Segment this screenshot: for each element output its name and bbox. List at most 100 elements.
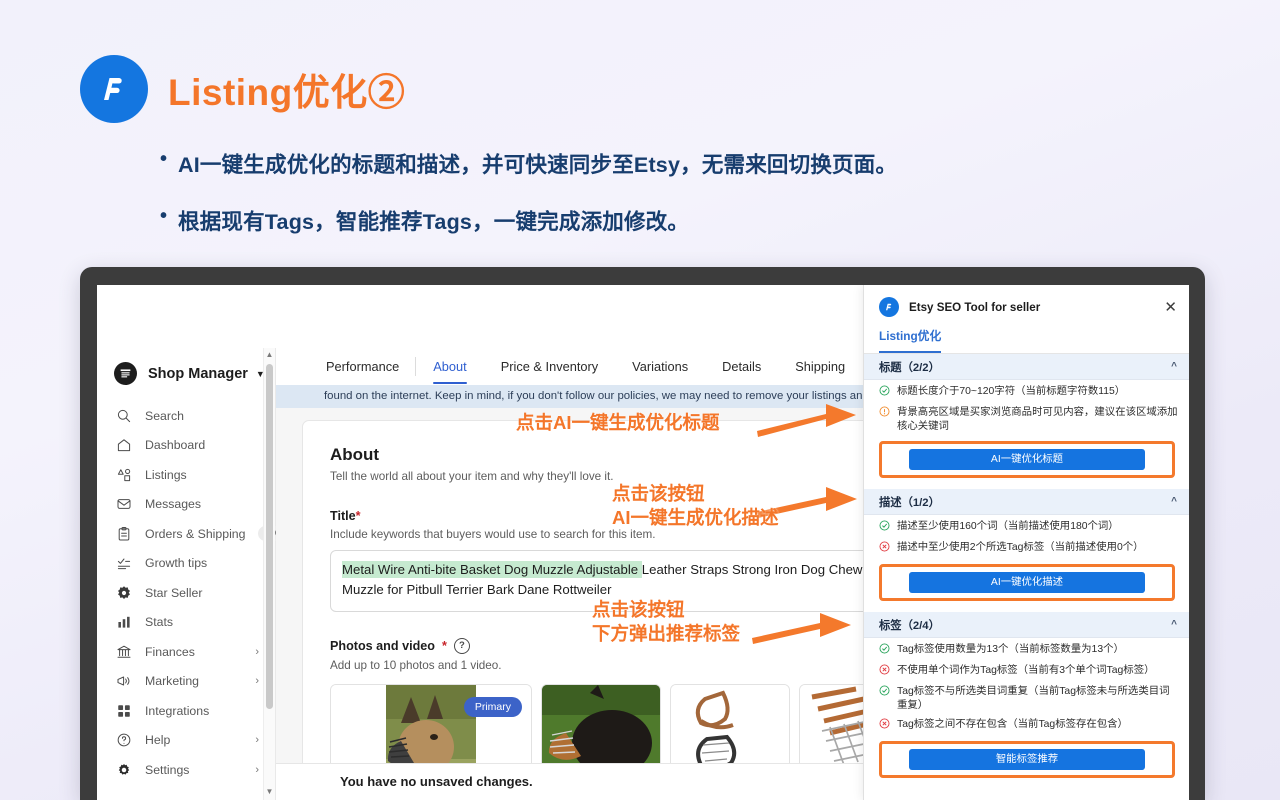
check-circle-icon	[879, 685, 890, 701]
seo-rule: Tag标签使用数量为13个（当前标签数量为13个）	[864, 638, 1189, 659]
chevron-right-icon: ›	[255, 645, 259, 658]
sidebar-item-label: Listings	[145, 467, 187, 482]
shop-manager-switcher[interactable]: Shop Manager ▼	[97, 348, 275, 401]
tab-label: Details	[722, 359, 762, 374]
highlight-box-1: AI一键优化描述	[879, 564, 1175, 602]
tab-listing-optimization[interactable]: Listing优化	[879, 327, 942, 353]
section-title: 标题（2/2）	[879, 361, 940, 374]
scroll-up-icon[interactable]: ▲	[264, 350, 275, 359]
sidebar-item-stats[interactable]: Stats	[97, 608, 275, 638]
sidebar-item-help[interactable]: Help ›	[97, 726, 275, 756]
seo-rule-text: Tag标签使用数量为13个（当前标签数量为13个）	[897, 644, 1124, 656]
seo-rule-text: 描述至少使用160个词（当前描述使用180个词）	[897, 521, 1119, 533]
seo-rule-text: Tag标签不与所选类目词重复（当前Tag标签未与所选类目词重复）	[897, 686, 1170, 712]
sidebar-item-messages[interactable]: Messages	[97, 490, 275, 520]
section-title: 描述（1/2）	[879, 496, 940, 509]
home-icon	[116, 437, 132, 453]
esale-e-logo-icon	[80, 55, 148, 123]
sidebar-item-star-seller[interactable]: Star Seller	[97, 578, 275, 608]
sidebar-item-settings[interactable]: Settings ›	[97, 755, 275, 785]
sidebar-item-finances[interactable]: Finances ›	[97, 637, 275, 667]
error-circle-icon	[879, 718, 890, 734]
bullet-text: AI一键生成优化的标题和描述，并可快速同步至Etsy，无需来回切换页面。	[178, 153, 898, 177]
etsy-shop-icon	[114, 362, 137, 385]
sidebar-item-orders-shipping[interactable]: Orders & Shipping10	[97, 519, 284, 549]
sidebar-item-search[interactable]: Search	[97, 401, 275, 431]
required-mark: *	[441, 638, 447, 653]
cta-button-2[interactable]: 智能标签推荐	[909, 749, 1145, 771]
seo-rule: 描述至少使用160个词（当前描述使用180个词）	[864, 515, 1189, 536]
bullet-list: • AI一键生成优化的标题和描述，并可快速同步至Etsy，无需来回切换页面。 •…	[160, 148, 1160, 262]
scrollbar-thumb[interactable]	[266, 364, 273, 709]
cta-wrapper-0: AI一键优化标题	[864, 434, 1189, 489]
megaphone-icon	[116, 673, 132, 689]
extension-tabbar: Listing优化	[864, 327, 1189, 354]
scroll-down-icon[interactable]: ▼	[264, 787, 275, 796]
seo-rule-text: 背景高亮区域是买家浏览商品时可见内容，建议在该区域添加核心关键词	[897, 407, 1178, 433]
tab-label: Performance	[326, 359, 400, 374]
tab-shipping[interactable]: Shipping	[778, 348, 862, 385]
seo-rule: 背景高亮区域是买家浏览商品时可见内容，建议在该区域添加核心关键词	[864, 401, 1189, 434]
required-mark: *	[355, 509, 361, 523]
seo-rule: Tag标签不与所选类目词重复（当前Tag标签未与所选类目词重复）	[864, 680, 1189, 713]
sidebar-item-label: Integrations	[145, 703, 210, 718]
question-mark-icon[interactable]: ?	[453, 637, 470, 654]
extension-header: Etsy SEO Tool for seller ✕	[864, 285, 1189, 327]
browser-viewport: Shop Manager ▼ Search Dashboard Listings Me…	[97, 285, 1189, 800]
check-circle-icon	[879, 385, 890, 401]
highlight-box-2: 智能标签推荐	[879, 741, 1175, 779]
check-circle-icon	[879, 520, 890, 536]
sidebar-item-listings[interactable]: Listings	[97, 460, 275, 490]
seo-rule: Tag标签之间不存在包含（当前Tag标签存在包含）	[864, 713, 1189, 734]
list-item: • 根据现有Tags，智能推荐Tags，一键完成添加修改。	[160, 205, 1160, 236]
tab-variations[interactable]: Variations	[615, 348, 705, 385]
cta-wrapper-1: AI一键优化描述	[864, 557, 1189, 612]
section-header-1[interactable]: 描述（1/2） ^	[864, 489, 1189, 516]
seo-rule: 标题长度介于70~120字符（当前标题字符数115）	[864, 380, 1189, 401]
sidebar-item-label: Stats	[145, 615, 174, 630]
sidebar-item-label: Finances	[145, 644, 195, 659]
tab-performance[interactable]: Performance	[309, 348, 417, 385]
sidebar-item-marketing[interactable]: Marketing ›	[97, 667, 275, 697]
highlight-box-0: AI一键优化标题	[879, 441, 1175, 479]
tab-about[interactable]: About	[416, 348, 483, 385]
tab-price-inventory[interactable]: Price & Inventory	[484, 348, 615, 385]
bank-icon	[116, 644, 132, 660]
sidebar-item-label: Orders & Shipping	[145, 526, 246, 541]
section-header-0[interactable]: 标题（2/2） ^	[864, 354, 1189, 380]
seo-rule-text: 描述中至少使用2个所选Tag标签（当前描述使用0个）	[897, 542, 1144, 554]
bullet-text: 根据现有Tags，智能推荐Tags，一键完成添加修改。	[178, 210, 690, 234]
cta-wrapper-2: 智能标签推荐	[864, 734, 1189, 789]
sidebar-item-label: Messages	[145, 497, 202, 512]
tab-label: About	[433, 359, 467, 374]
chevron-up-icon[interactable]: ^	[1171, 361, 1177, 372]
growth-tips-icon	[116, 555, 132, 571]
check-circle-icon	[879, 643, 890, 659]
page-title: Listing优化②	[168, 72, 406, 113]
sidebar-item-label: Dashboard	[145, 438, 206, 453]
extension-title: Etsy SEO Tool for seller	[909, 300, 1041, 314]
shop-manager-label: Shop Manager	[148, 365, 248, 382]
sidebar-item-integrations[interactable]: Integrations	[97, 696, 275, 726]
bullet-marker: •	[160, 205, 168, 227]
section-header-2[interactable]: 标签（2/4） ^	[864, 612, 1189, 639]
tab-label: Shipping	[795, 359, 846, 374]
chevron-up-icon[interactable]: ^	[1171, 496, 1177, 507]
active-tab-underline	[433, 382, 467, 384]
cta-button-0[interactable]: AI一键优化标题	[909, 449, 1145, 471]
tab-details[interactable]: Details	[705, 348, 778, 385]
sidebar-item-label: Search	[145, 408, 184, 423]
sidebar-scrollbar[interactable]: ▲ ▼	[263, 348, 275, 800]
browser-window: Shop Manager ▼ Search Dashboard Listings Me…	[80, 267, 1205, 800]
chevron-right-icon: ›	[255, 734, 259, 747]
sidebar-item-growth-tips[interactable]: Growth tips	[97, 549, 275, 579]
bar-chart-icon	[116, 614, 132, 630]
error-circle-icon	[879, 664, 890, 680]
close-icon[interactable]: ✕	[1164, 300, 1177, 315]
cta-button-1[interactable]: AI一键优化描述	[909, 572, 1145, 594]
chevron-up-icon[interactable]: ^	[1171, 619, 1177, 630]
sidebar-item-dashboard[interactable]: Dashboard	[97, 431, 275, 461]
chevron-right-icon: ›	[255, 675, 259, 688]
error-circle-icon	[879, 541, 890, 557]
star-seller-icon	[116, 585, 132, 601]
